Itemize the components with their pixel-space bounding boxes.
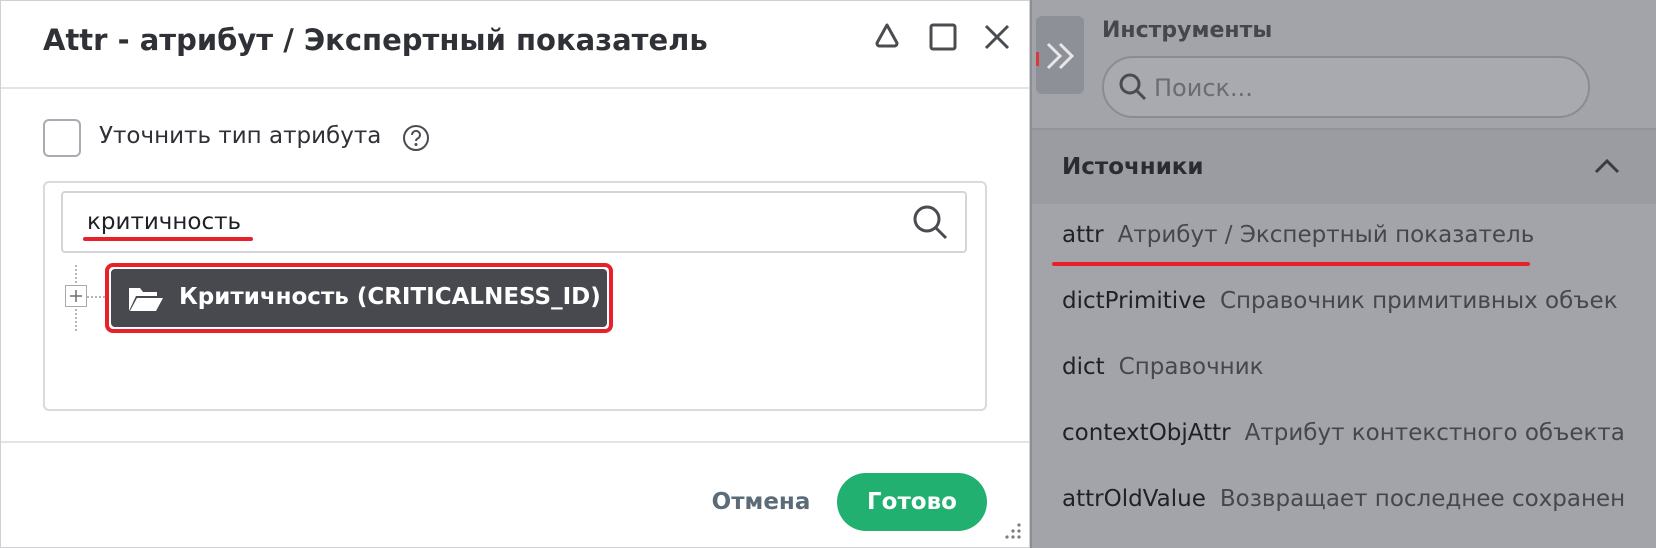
- expand-panel-button[interactable]: [1036, 16, 1084, 94]
- tree-node-label: Критичность (CRITICALNESS_ID): [179, 284, 601, 310]
- dialog-title: Attr - атрибут / Экспертный показатель: [43, 23, 708, 57]
- divider: [1, 87, 1029, 89]
- tool-item-desc: Справочник примитивных объек: [1219, 288, 1618, 314]
- tool-item-attr[interactable]: attr Атрибут / Экспертный показатель: [1062, 222, 1534, 262]
- maximize-button[interactable]: [923, 17, 963, 57]
- attribute-search-field[interactable]: [61, 191, 967, 253]
- indicator-mark: [1036, 52, 1039, 66]
- tool-item-desc: Справочник: [1118, 354, 1264, 380]
- pin-button[interactable]: [867, 17, 907, 57]
- tool-item-dict[interactable]: dict Справочник: [1062, 354, 1264, 394]
- tool-item-contextobjattr[interactable]: contextObjAttr Атрибут контекстного объек…: [1062, 420, 1625, 460]
- search-icon: [1119, 73, 1147, 101]
- tool-item-key: attrOldValue: [1062, 486, 1206, 512]
- tool-item-desc: Возвращает последнее сохранен: [1219, 486, 1626, 512]
- red-underline-annotation: [1052, 262, 1530, 266]
- resize-grip-icon[interactable]: [1001, 519, 1023, 541]
- close-button[interactable]: [977, 17, 1017, 57]
- cancel-button[interactable]: Отмена: [701, 477, 821, 527]
- tool-item-attroldvalue[interactable]: attrOldValue Возвращает последнее сохране…: [1062, 486, 1625, 526]
- folder-open-icon: [129, 288, 163, 311]
- close-icon: [984, 24, 1010, 50]
- square-icon: [929, 23, 957, 51]
- search-icon[interactable]: [911, 203, 949, 241]
- done-button[interactable]: Готово: [837, 473, 987, 531]
- tool-item-desc: Атрибут / Экспертный показатель: [1117, 222, 1535, 248]
- plus-icon: [70, 290, 82, 302]
- tools-title: Инструменты: [1102, 18, 1273, 43]
- tool-item-key: dictPrimitive: [1062, 288, 1206, 314]
- tool-item-key: attr: [1062, 222, 1104, 248]
- tools-search-field[interactable]: Поиск...: [1102, 56, 1590, 118]
- attribute-dialog: Attr - атрибут / Экспертный показатель У…: [0, 0, 1030, 548]
- divider: [1, 441, 1029, 443]
- tool-item-key: contextObjAttr: [1062, 420, 1231, 446]
- sources-label: Источники: [1062, 154, 1204, 180]
- tree-node-criticalness[interactable]: Критичность (CRITICALNESS_ID): [111, 269, 607, 327]
- attribute-search-input[interactable]: [87, 205, 867, 239]
- tool-item-desc: Атрибут контекстного объекта: [1244, 420, 1625, 446]
- double-chevron-right-icon: [1046, 42, 1075, 70]
- drop-icon: [875, 23, 899, 48]
- help-icon[interactable]: [401, 123, 431, 153]
- tool-item-dictprimitive[interactable]: dictPrimitive Справочник примитивных объе…: [1062, 288, 1618, 328]
- tool-item-key: dict: [1062, 354, 1105, 380]
- sources-section-header[interactable]: Источники: [1032, 130, 1656, 204]
- refine-type-checkbox[interactable]: [43, 119, 81, 157]
- refine-type-label: Уточнить тип атрибута: [99, 123, 382, 149]
- tools-panel: Инструменты Поиск... Источники attr Атриб…: [1030, 0, 1656, 548]
- red-underline-annotation: [83, 237, 253, 241]
- expand-node-button[interactable]: [65, 285, 87, 307]
- chevron-up-icon[interactable]: [1594, 158, 1620, 174]
- tools-search-placeholder: Поиск...: [1154, 74, 1253, 102]
